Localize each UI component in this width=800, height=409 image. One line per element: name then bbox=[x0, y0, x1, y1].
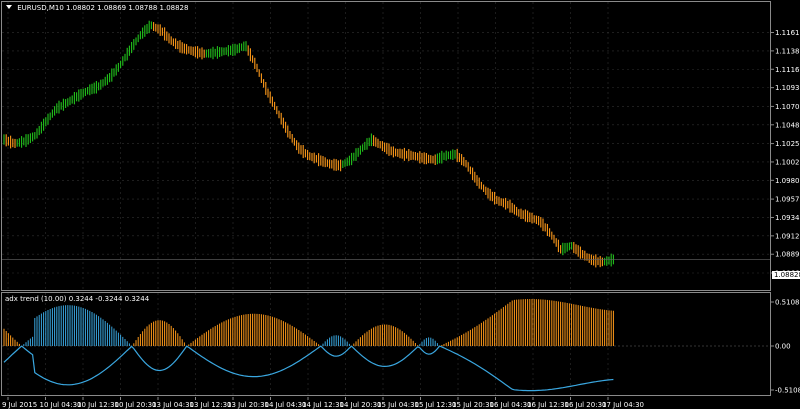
time-tick-label: 10 Jul 20:30 bbox=[115, 401, 157, 409]
price-tick-label: 1.10705 bbox=[775, 103, 800, 111]
indicator-tick-label: -0.5108 bbox=[775, 387, 800, 395]
time-tick-label: 15 Jul 20:30 bbox=[452, 401, 494, 409]
time-tick-label: 14 Jul 12:30 bbox=[302, 401, 344, 409]
current-price-box: 1.08828 bbox=[772, 271, 800, 279]
price-tick-label: 1.11160 bbox=[775, 66, 800, 74]
price-tick-label: 1.10480 bbox=[775, 121, 800, 129]
time-tick-label: 14 Jul 20:30 bbox=[340, 401, 382, 409]
time-tick-label: 13 Jul 12:30 bbox=[190, 401, 232, 409]
time-tick-label: 15 Jul 12:30 bbox=[415, 401, 457, 409]
main-price-pane[interactable]: EURUSD,M10 1.08802 1.08869 1.08788 1.088… bbox=[1, 1, 771, 291]
price-tick-label: 1.11385 bbox=[775, 47, 800, 55]
time-tick-label: 9 Jul 2015 bbox=[2, 401, 37, 409]
indicator-tick-label: 0.00 bbox=[775, 343, 791, 351]
time-tick-label: 14 Jul 04:30 bbox=[265, 401, 307, 409]
price-tick-label: 1.09570 bbox=[775, 196, 800, 204]
price-tick-label: 1.09120 bbox=[775, 232, 800, 240]
price-tick-label: 1.11610 bbox=[775, 29, 800, 37]
price-axis[interactable]: 1.11610 1.11385 1.11160 1.10935 1.10705 1.104… bbox=[771, 1, 800, 293]
price-tick-label: 1.10025 bbox=[775, 158, 800, 166]
price-tick-label: 1.09345 bbox=[775, 214, 800, 222]
symbol-info: EURUSD,M10 1.08802 1.08869 1.08788 1.088… bbox=[17, 4, 189, 12]
indicator-chart-svg bbox=[2, 293, 770, 395]
time-tick-label: 16 Jul 20:30 bbox=[565, 401, 607, 409]
price-tick-label: 1.10250 bbox=[775, 140, 800, 148]
time-tick-label: 10 Jul 12:30 bbox=[77, 401, 119, 409]
price-tick-label: 1.10935 bbox=[775, 84, 800, 92]
time-tick-label: 15 Jul 04:30 bbox=[377, 401, 419, 409]
indicator-title: adx trend (10.00) 0.3244 -0.3244 0.3244 bbox=[5, 295, 150, 303]
time-axis[interactable]: 9 Jul 2015 10 Jul 04:3010 Jul 12:3010 Jul… bbox=[0, 397, 800, 409]
time-tick-label: 17 Jul 04:30 bbox=[602, 401, 644, 409]
price-tick-label: 1.08895 bbox=[775, 251, 800, 259]
time-tick-label: 13 Jul 04:30 bbox=[152, 401, 194, 409]
indicator-pane[interactable]: adx trend (10.00) 0.3244 -0.3244 0.3244 bbox=[1, 292, 771, 396]
time-tick-label: 16 Jul 04:30 bbox=[490, 401, 532, 409]
adx-signal-line bbox=[3, 345, 614, 392]
price-chart-svg bbox=[2, 2, 770, 290]
indicator-tick-label: 0.5108 bbox=[775, 299, 800, 307]
time-tick-label: 16 Jul 12:30 bbox=[527, 401, 569, 409]
price-tick-label: 1.09800 bbox=[775, 177, 800, 185]
time-tick-label: 10 Jul 04:30 bbox=[40, 401, 82, 409]
triangle-down-icon[interactable] bbox=[6, 5, 12, 9]
chart-window: EURUSD,M10 1.08802 1.08869 1.08788 1.088… bbox=[0, 0, 800, 409]
indicator-axis[interactable]: 0.5108 0.00 -0.5108 bbox=[771, 292, 800, 396]
time-tick-label: 13 Jul 20:30 bbox=[227, 401, 269, 409]
symbol-header: EURUSD,M10 1.08802 1.08869 1.08788 1.088… bbox=[6, 4, 188, 12]
